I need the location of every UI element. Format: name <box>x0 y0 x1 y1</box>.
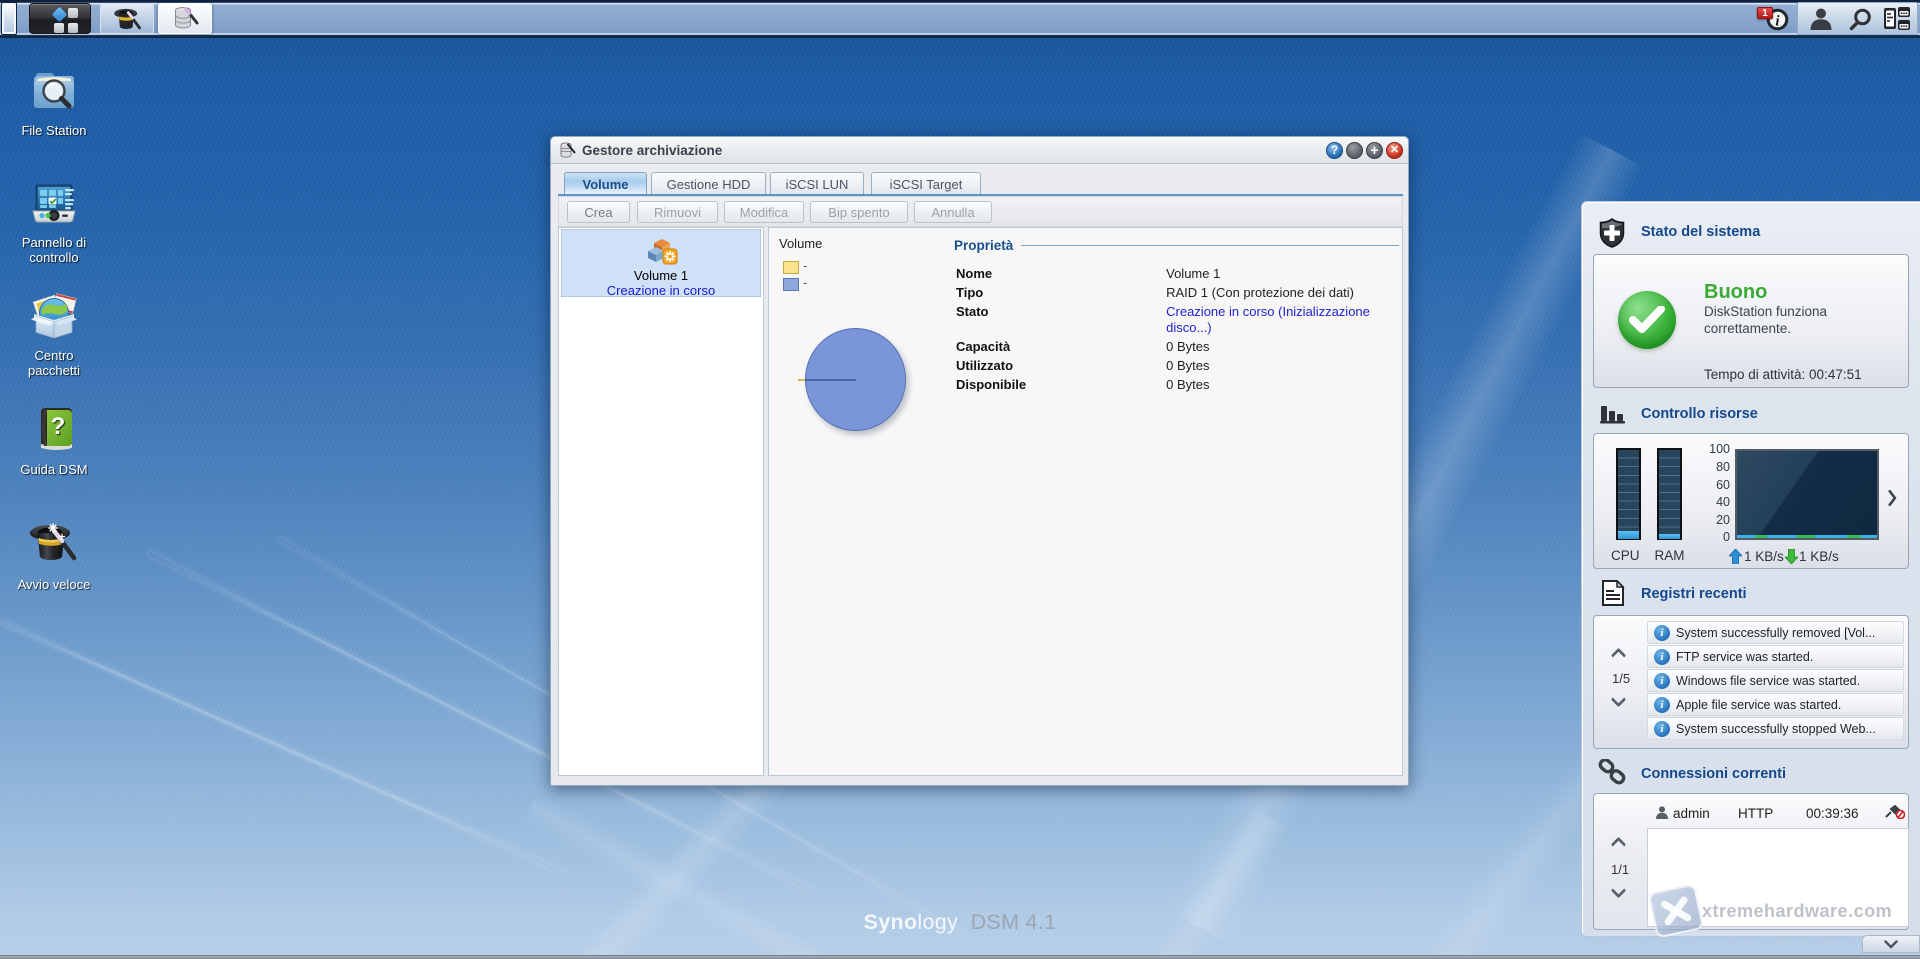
svg-text:?: ? <box>51 413 66 440</box>
